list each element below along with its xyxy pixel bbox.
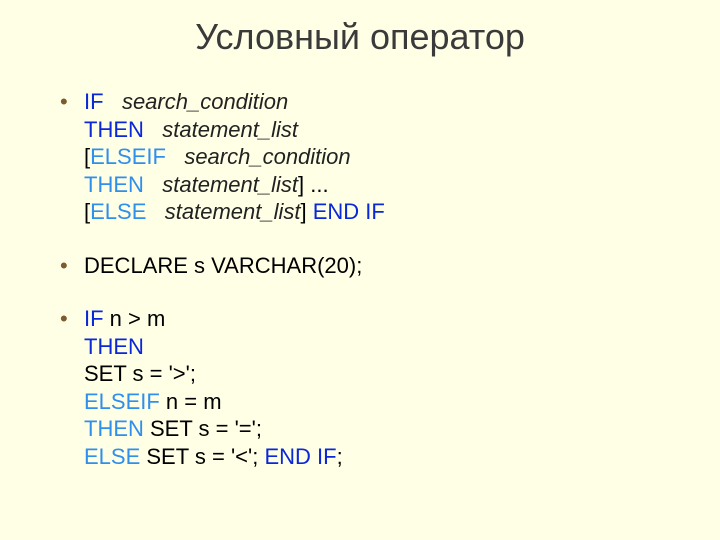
ex-set-2: SET s = '='; — [144, 416, 262, 441]
slide-title: Условный оператор — [30, 16, 690, 58]
slide-body-list: IF search_condition THEN statement_list … — [30, 88, 690, 470]
ex-keyword-then: THEN — [84, 334, 144, 359]
ex-keyword-then-2: THEN — [84, 416, 144, 441]
ex-keyword-else: ELSE — [84, 444, 140, 469]
ex-cond-2: n = m — [160, 389, 222, 414]
arg-search-condition-2: search_condition — [184, 144, 350, 169]
ex-cond-1: n > m — [104, 306, 166, 331]
keyword-end-if: END IF — [313, 199, 385, 224]
keyword-elseif: ELSEIF — [90, 144, 166, 169]
slide: Условный оператор IF search_condition TH… — [0, 0, 720, 540]
ex-keyword-elseif: ELSEIF — [84, 389, 160, 414]
ex-keyword-end-if: END IF — [264, 444, 336, 469]
bullet-syntax: IF search_condition THEN statement_list … — [60, 88, 690, 226]
bullet-declare: DECLARE s VARCHAR(20); — [60, 252, 690, 280]
arg-statement-list-3: statement_list — [165, 199, 301, 224]
arg-statement-list-2: statement_list — [162, 172, 298, 197]
keyword-then: THEN — [84, 117, 144, 142]
bullet-example: IF n > m THEN SET s = '>'; ELSEIF n = m … — [60, 305, 690, 470]
keyword-then-2: THEN — [84, 172, 144, 197]
bracket-close-2: ] — [301, 199, 313, 224]
ex-semicolon: ; — [337, 444, 343, 469]
bracket-close-dots: ] ... — [298, 172, 329, 197]
arg-search-condition: search_condition — [122, 89, 288, 114]
code-declare: DECLARE s VARCHAR(20); — [84, 253, 362, 278]
keyword-if: IF — [84, 89, 104, 114]
keyword-else: ELSE — [90, 199, 146, 224]
ex-keyword-if: IF — [84, 306, 104, 331]
ex-set-1: SET s = '>'; — [84, 361, 196, 386]
arg-statement-list: statement_list — [162, 117, 298, 142]
ex-set-3: SET s = '<'; — [140, 444, 264, 469]
